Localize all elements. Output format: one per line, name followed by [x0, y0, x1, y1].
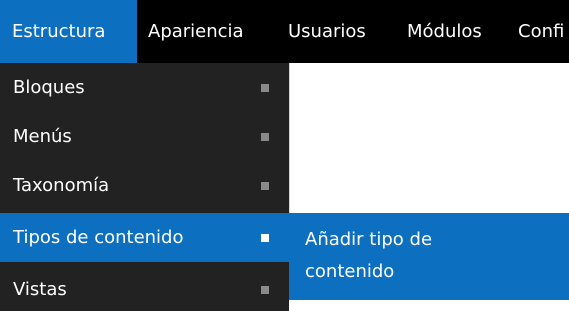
dropdown-item-label: Taxonomía [13, 175, 110, 196]
dropdown-item-menus[interactable]: Menús [0, 112, 289, 161]
dropdown-item-label: Menús [13, 126, 72, 147]
square-bullet-icon [261, 286, 269, 294]
admin-menu-screen: Estructura Apariencia Usuarios Módulos C… [0, 0, 569, 311]
menu-item-estructura[interactable]: Estructura [0, 0, 137, 63]
square-bullet-icon [261, 84, 269, 92]
tipos-de-contenido-submenu: Añadir tipo de contenido [289, 213, 569, 300]
admin-toolbar: Estructura Apariencia Usuarios Módulos C… [0, 0, 569, 63]
square-bullet-icon [261, 182, 269, 190]
menu-item-configuracion[interactable]: Confi [518, 0, 564, 63]
menu-item-modulos[interactable]: Módulos [407, 0, 482, 63]
dropdown-item-vistas[interactable]: Vistas [0, 265, 289, 311]
square-bullet-icon [261, 133, 269, 141]
menu-item-usuarios[interactable]: Usuarios [288, 0, 366, 63]
page-content-area [289, 63, 569, 213]
dropdown-item-label: Bloques [13, 77, 85, 98]
dropdown-item-label: Vistas [13, 279, 67, 300]
dropdown-item-label: Tipos de contenido [13, 227, 184, 248]
dropdown-item-taxonomia[interactable]: Taxonomía [0, 161, 289, 210]
menu-item-apariencia[interactable]: Apariencia [148, 0, 244, 63]
estructura-dropdown: Bloques Menús Taxonomía Tipos de conteni… [0, 63, 289, 311]
submenu-item-anadir-tipo-de-contenido[interactable]: Añadir tipo de contenido [305, 224, 505, 288]
page-content-bottom [289, 300, 569, 311]
dropdown-item-tipos-de-contenido[interactable]: Tipos de contenido [0, 213, 289, 262]
dropdown-item-bloques[interactable]: Bloques [0, 63, 289, 112]
square-bullet-icon [261, 234, 269, 242]
